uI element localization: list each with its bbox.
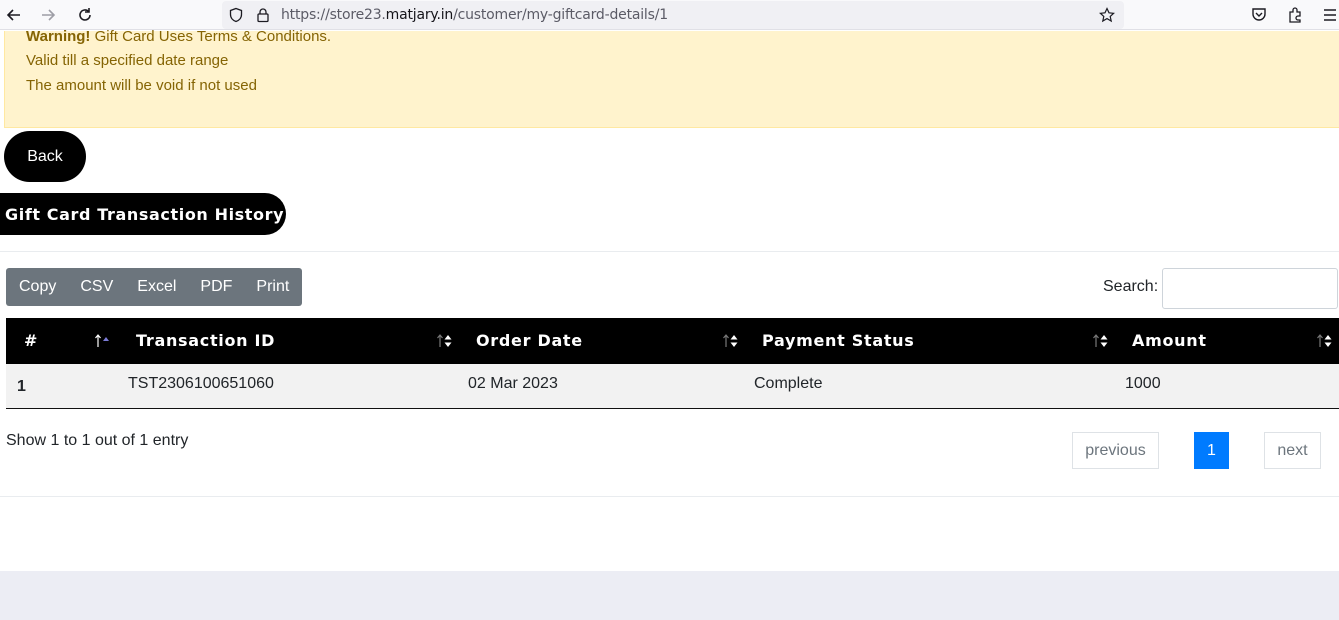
warning-validity-line: Valid till a specified date range <box>26 52 229 69</box>
sort-icon[interactable] <box>1092 332 1110 350</box>
warning-terms-line: Warning! Gift Card Uses Terms & Conditio… <box>26 28 331 45</box>
menu-icon[interactable] <box>1321 6 1339 24</box>
cell-transaction-id: TST2306100651060 <box>128 375 274 392</box>
search-label: Search: <box>1103 278 1159 295</box>
pdf-button[interactable]: PDF <box>188 268 244 306</box>
forward-arrow-icon[interactable] <box>37 4 59 26</box>
back-button[interactable]: Back <box>4 131 86 182</box>
shield-icon[interactable] <box>228 7 244 23</box>
url-prefix: https://store23. <box>281 7 386 23</box>
print-button[interactable]: Print <box>244 268 301 306</box>
url-host: matjary.in <box>385 7 454 23</box>
transaction-history-button[interactable]: Gift Card Transaction History <box>0 193 286 235</box>
next-page-button[interactable]: next <box>1264 432 1321 469</box>
footer <box>0 571 1339 620</box>
extensions-icon[interactable] <box>1286 6 1304 24</box>
sort-asc-icon[interactable] <box>94 332 112 350</box>
search-input[interactable] <box>1162 268 1338 309</box>
bookmark-star-icon[interactable] <box>1099 7 1115 23</box>
reload-icon[interactable] <box>74 4 96 26</box>
browser-toolbar: https://store23.matjary.in/customer/my-g… <box>0 0 1339 30</box>
url-text[interactable]: https://store23.matjary.in/customer/my-g… <box>281 7 668 23</box>
cell-number: 1 <box>17 378 26 395</box>
column-header-transaction-id[interactable]: Transaction ID <box>136 318 275 364</box>
table-info: Show 1 to 1 out of 1 entry <box>6 432 189 449</box>
csv-button[interactable]: CSV <box>68 268 125 306</box>
warning-void-line: The amount will be void if not used <box>26 77 257 94</box>
sort-icon[interactable] <box>436 332 454 350</box>
column-header-number[interactable]: # <box>24 318 38 364</box>
table-row: 1 TST2306100651060 02 Mar 2023 Complete … <box>6 364 1339 409</box>
lock-icon[interactable] <box>255 7 271 23</box>
column-header-order-date[interactable]: Order Date <box>476 318 583 364</box>
cell-payment-status: Complete <box>754 375 823 392</box>
address-bar[interactable]: https://store23.matjary.in/customer/my-g… <box>222 1 1124 29</box>
page-1-button[interactable]: 1 <box>1194 432 1229 469</box>
divider <box>0 496 1339 497</box>
warning-title: Warning! <box>26 28 91 45</box>
column-header-amount[interactable]: Amount <box>1132 318 1207 364</box>
export-button-group: Copy CSV Excel PDF Print <box>6 268 302 306</box>
divider <box>0 251 1339 252</box>
excel-button[interactable]: Excel <box>125 268 188 306</box>
cell-amount: 1000 <box>1125 375 1161 392</box>
sort-icon[interactable] <box>1316 332 1334 350</box>
previous-page-button[interactable]: previous <box>1072 432 1159 469</box>
warning-text: Gift Card Uses Terms & Conditions. <box>94 28 332 45</box>
column-header-payment-status[interactable]: Payment Status <box>762 318 915 364</box>
copy-button[interactable]: Copy <box>6 268 68 306</box>
cell-order-date: 02 Mar 2023 <box>468 375 558 392</box>
warning-alert: Warning! Gift Card Uses Terms & Conditio… <box>4 28 1339 128</box>
pocket-icon[interactable] <box>1250 6 1268 24</box>
sort-icon[interactable] <box>722 332 740 350</box>
back-arrow-icon[interactable] <box>3 4 25 26</box>
url-path: /customer/my-giftcard-details/1 <box>453 7 668 23</box>
table-header: # Transaction ID Order Date Payment Stat… <box>6 318 1339 364</box>
